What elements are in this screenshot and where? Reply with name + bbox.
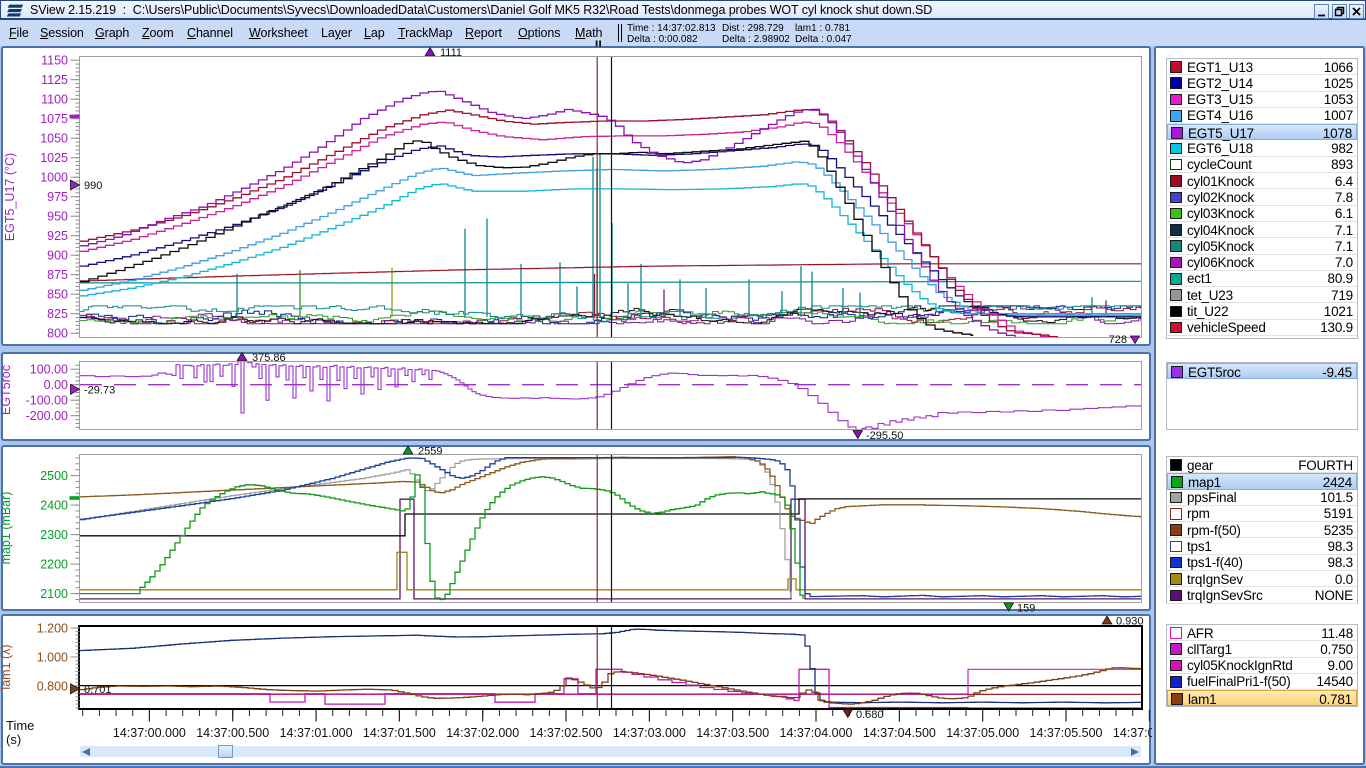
svg-text:2559: 2559 — [418, 446, 442, 458]
svg-text:0.701: 0.701 — [84, 684, 112, 696]
svg-text:0.00: 0.00 — [44, 378, 68, 392]
svg-text:2100: 2100 — [40, 587, 68, 601]
svg-text:Time: Time — [6, 718, 34, 733]
svg-text:1150: 1150 — [41, 54, 68, 68]
svg-text:-100.00: -100.00 — [26, 394, 68, 408]
svg-text:950: 950 — [47, 210, 68, 224]
svg-text:925: 925 — [47, 229, 68, 243]
svg-text:2500: 2500 — [40, 469, 68, 483]
svg-text:14:37:02.000: 14:37:02.000 — [446, 726, 519, 740]
svg-text:1025: 1025 — [40, 151, 68, 165]
svg-text:2300: 2300 — [40, 528, 68, 542]
svg-text:EGT5roc: EGT5roc — [0, 365, 13, 415]
svg-text:14:37:03.500: 14:37:03.500 — [696, 726, 769, 740]
svg-text:100.00: 100.00 — [30, 363, 68, 377]
svg-text:14:37:05.500: 14:37:05.500 — [1030, 726, 1103, 740]
svg-text:14:37:06.000: 14:37:06.000 — [1113, 726, 1152, 740]
svg-text:0.680: 0.680 — [856, 709, 884, 721]
svg-text:0.800: 0.800 — [37, 679, 68, 693]
svg-text:728: 728 — [1109, 334, 1127, 346]
svg-text:-29.73: -29.73 — [84, 384, 115, 396]
svg-text:1050: 1050 — [40, 132, 68, 146]
svg-text:800: 800 — [47, 327, 68, 341]
svg-text:375.86: 375.86 — [252, 352, 286, 364]
svg-text:975: 975 — [47, 190, 68, 204]
svg-text:EGT5_U17 (°C): EGT5_U17 (°C) — [3, 153, 17, 241]
svg-text:14:37:04.500: 14:37:04.500 — [863, 726, 936, 740]
svg-text:(s): (s) — [6, 732, 21, 747]
svg-text:14:37:00.500: 14:37:00.500 — [196, 726, 269, 740]
svg-text:1111: 1111 — [440, 47, 462, 59]
svg-text:2400: 2400 — [40, 498, 68, 512]
svg-text:-200.00: -200.00 — [26, 409, 68, 423]
svg-text:1000: 1000 — [40, 171, 68, 185]
svg-text:1125: 1125 — [41, 73, 68, 87]
svg-text:14:37:01.500: 14:37:01.500 — [363, 726, 436, 740]
svg-text:14:37:02.500: 14:37:02.500 — [530, 726, 603, 740]
svg-text:14:37:03.000: 14:37:03.000 — [613, 726, 686, 740]
svg-text:900: 900 — [47, 249, 68, 263]
svg-text:-295.50: -295.50 — [866, 430, 903, 442]
svg-text:0.930: 0.930 — [1116, 616, 1144, 628]
svg-text:1075: 1075 — [40, 112, 68, 126]
svg-text:825: 825 — [47, 307, 68, 321]
svg-text:2200: 2200 — [40, 557, 68, 571]
svg-text:14:37:00.000: 14:37:00.000 — [113, 726, 186, 740]
svg-text:14:37:04.000: 14:37:04.000 — [780, 726, 853, 740]
svg-text:14:37:01.000: 14:37:01.000 — [280, 726, 353, 740]
svg-text:1100: 1100 — [41, 93, 68, 107]
svg-text:lam1 (λ): lam1 (λ) — [0, 644, 13, 689]
svg-text:14:37:05.000: 14:37:05.000 — [946, 726, 1019, 740]
svg-text:map1 (mBar): map1 (mBar) — [0, 492, 13, 565]
svg-text:850: 850 — [47, 288, 68, 302]
svg-text:1.200: 1.200 — [37, 621, 68, 635]
svg-text:875: 875 — [47, 268, 68, 282]
svg-text:990: 990 — [84, 180, 102, 192]
svg-text:159: 159 — [1017, 603, 1035, 615]
svg-text:1.000: 1.000 — [37, 650, 68, 664]
